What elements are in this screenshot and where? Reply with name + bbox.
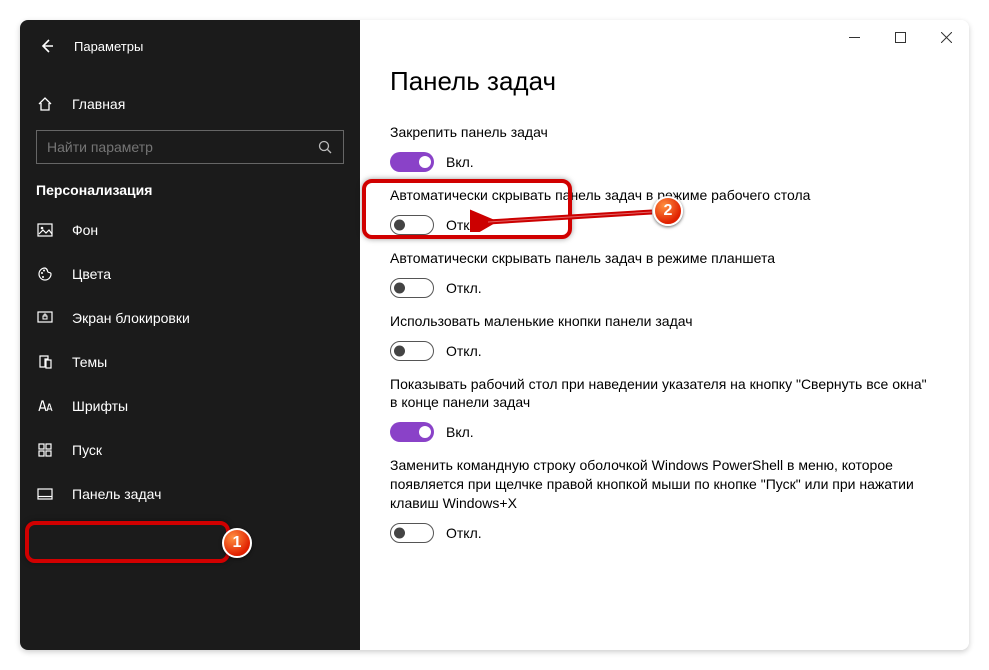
theme-icon [36, 353, 54, 371]
annotation-badge-1: 1 [222, 528, 252, 558]
palette-icon [36, 265, 54, 283]
sidebar-item-home[interactable]: Главная [20, 84, 360, 124]
sidebar-item-цвета[interactable]: Цвета [20, 252, 360, 296]
toggle-state-label: Откл. [446, 343, 482, 359]
taskbar-icon [36, 485, 54, 503]
setting-5: Заменить командную строку оболочкой Wind… [390, 456, 939, 543]
setting-0: Закрепить панель задач Вкл. [390, 123, 939, 172]
toggle-state-label: Откл. [446, 280, 482, 296]
annotation-badge-2: 2 [653, 196, 683, 226]
toggle-switch[interactable] [390, 422, 434, 442]
sidebar: Параметры Главная Персонализация ФонЦвет [20, 20, 360, 650]
setting-label: Заменить командную строку оболочкой Wind… [390, 456, 930, 513]
toggle-switch[interactable] [390, 341, 434, 361]
setting-label: Автоматически скрывать панель задач в ре… [390, 249, 930, 268]
sidebar-item-label: Темы [72, 354, 107, 370]
toggle-state-label: Откл. [446, 217, 482, 233]
minimize-button[interactable] [831, 20, 877, 54]
toggle-state-label: Вкл. [446, 424, 474, 440]
toggle-switch[interactable] [390, 215, 434, 235]
page-title: Панель задач [390, 66, 939, 97]
toggle-switch[interactable] [390, 152, 434, 172]
sidebar-item-панель-задач[interactable]: Панель задач [20, 472, 360, 516]
sidebar-item-экран-блокировки[interactable]: Экран блокировки [20, 296, 360, 340]
font-icon [36, 397, 54, 415]
sidebar-item-темы[interactable]: Темы [20, 340, 360, 384]
setting-label: Показывать рабочий стол при наведении ук… [390, 375, 930, 413]
sidebar-item-label: Экран блокировки [72, 310, 190, 326]
sidebar-section-title: Персонализация [20, 178, 360, 208]
main-pane: Панель задач Закрепить панель задач Вкл. А… [360, 20, 969, 650]
sidebar-item-label: Цвета [72, 266, 111, 282]
toggle-switch[interactable] [390, 523, 434, 543]
sidebar-item-label: Шрифты [72, 398, 128, 414]
setting-3: Использовать маленькие кнопки панели зад… [390, 312, 939, 361]
back-button[interactable] [26, 25, 68, 67]
setting-4: Показывать рабочий стол при наведении ук… [390, 375, 939, 443]
maximize-button[interactable] [877, 20, 923, 54]
search-icon [318, 140, 333, 155]
toggle-state-label: Откл. [446, 525, 482, 541]
titlebar [360, 20, 969, 54]
home-icon [36, 95, 54, 113]
start-icon [36, 441, 54, 459]
image-icon [36, 221, 54, 239]
sidebar-item-label: Пуск [72, 442, 102, 458]
setting-2: Автоматически скрывать панель задач в ре… [390, 249, 939, 298]
setting-label: Закрепить панель задач [390, 123, 930, 142]
app-title: Параметры [74, 39, 143, 54]
search-input[interactable] [36, 130, 344, 164]
lock-icon [36, 309, 54, 327]
setting-label: Использовать маленькие кнопки панели зад… [390, 312, 930, 331]
close-button[interactable] [923, 20, 969, 54]
toggle-switch[interactable] [390, 278, 434, 298]
sidebar-item-фон[interactable]: Фон [20, 208, 360, 252]
toggle-state-label: Вкл. [446, 154, 474, 170]
search-field[interactable] [47, 139, 310, 155]
sidebar-item-label: Фон [72, 222, 98, 238]
sidebar-item-label: Главная [72, 96, 125, 112]
sidebar-item-шрифты[interactable]: Шрифты [20, 384, 360, 428]
sidebar-item-пуск[interactable]: Пуск [20, 428, 360, 472]
sidebar-item-label: Панель задач [72, 486, 161, 502]
